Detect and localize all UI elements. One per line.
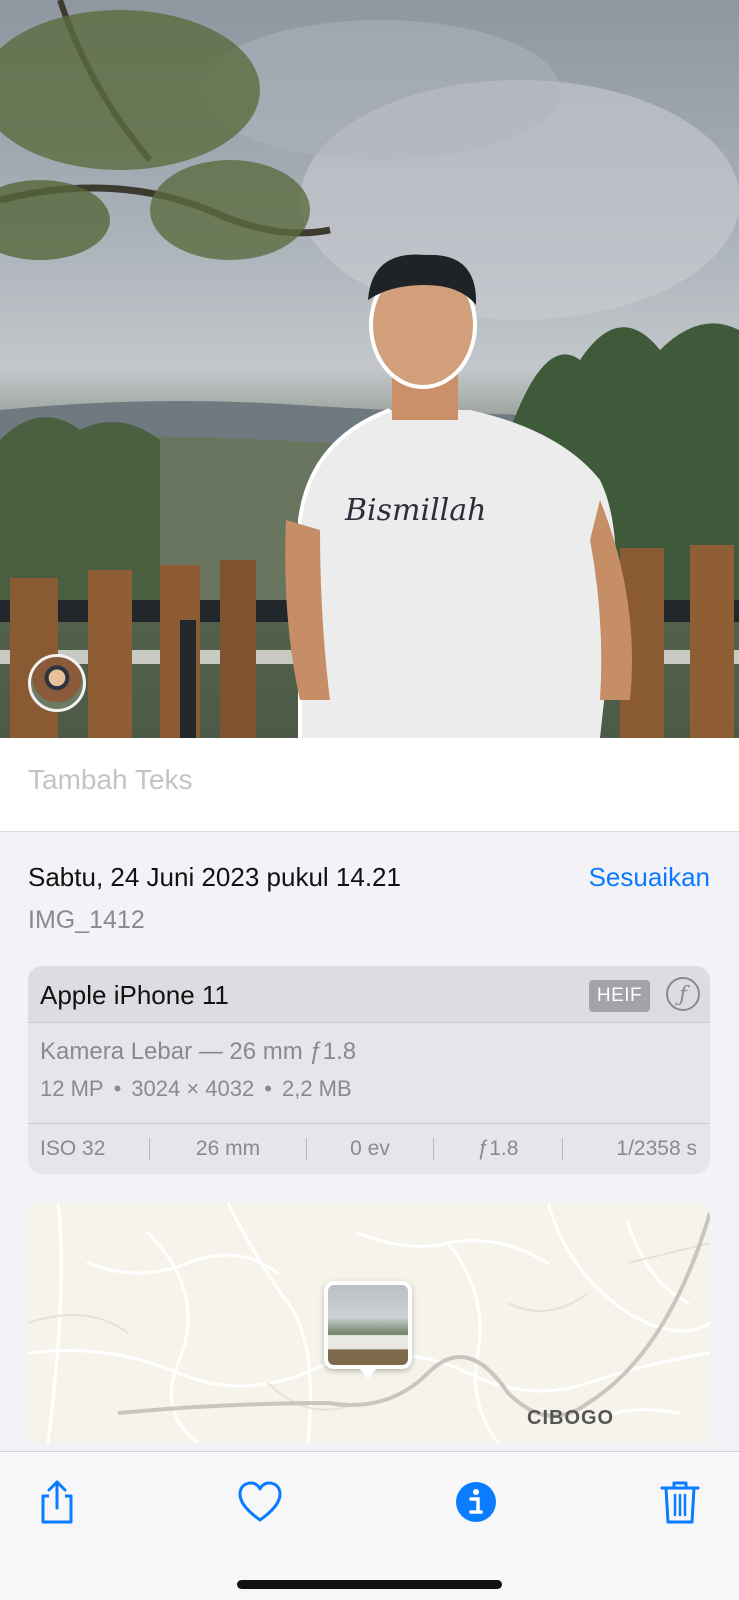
trash-icon	[660, 1481, 700, 1524]
spec-separator: •	[113, 1076, 122, 1101]
home-indicator[interactable]	[237, 1580, 502, 1589]
exif-shutter-speed: 1/2358 s	[616, 1137, 697, 1160]
map-photo-pin[interactable]	[324, 1281, 412, 1379]
bottom-toolbar	[0, 1451, 739, 1600]
file-size: 2,2 MB	[281, 1076, 352, 1101]
people-avatar[interactable]	[28, 654, 86, 712]
photo-viewer[interactable]: Bismillah	[0, 0, 739, 738]
dimensions: 3024 × 4032	[131, 1076, 255, 1101]
aperture-icon: ƒ	[666, 977, 700, 1011]
exif-row: ISO 32 26 mm 0 ev ƒ1.8 1/2358 s	[28, 1123, 710, 1174]
megapixels: 12 MP	[40, 1076, 104, 1101]
location-map[interactable]: CIBOGO	[28, 1203, 710, 1443]
share-icon	[41, 1480, 73, 1524]
camera-info-header: Apple iPhone 11 HEIF ƒ	[28, 966, 710, 1023]
share-button[interactable]	[33, 1478, 81, 1526]
caption-input[interactable]: Tambah Teks	[28, 764, 192, 796]
exif-exposure-bias: 0 ev	[350, 1137, 390, 1160]
map-place-label: CIBOGO	[527, 1407, 615, 1429]
info-button[interactable]	[452, 1478, 500, 1526]
exif-iso: ISO 32	[40, 1137, 106, 1160]
exif-aperture: ƒ1.8	[477, 1137, 519, 1160]
svg-text:Bismillah: Bismillah	[344, 493, 486, 528]
lens-info: Kamera Lebar — 26 mm ƒ1.8	[40, 1038, 357, 1065]
info-icon	[456, 1482, 496, 1522]
spec-separator: •	[264, 1076, 272, 1101]
photo-image: Bismillah	[0, 0, 739, 738]
delete-button[interactable]	[656, 1478, 704, 1526]
heart-icon	[238, 1481, 282, 1522]
photo-date: Sabtu, 24 Juni 2023 pukul 14.21	[28, 862, 401, 892]
format-badge: HEIF	[589, 980, 650, 1012]
favorite-button[interactable]	[236, 1478, 284, 1526]
exif-focal-length: 26 mm	[195, 1137, 261, 1160]
camera-info-card: Apple iPhone 11 HEIF ƒ Kamera Lebar — 26…	[28, 966, 710, 1174]
map-photo-thumbnail	[328, 1285, 408, 1365]
adjust-button[interactable]: Sesuaikan	[589, 862, 710, 893]
caption-area[interactable]: Tambah Teks	[0, 738, 739, 832]
device-name: Apple iPhone 11	[40, 980, 229, 1010]
photo-filename: IMG_1412	[28, 906, 145, 934]
pin-pointer	[358, 1367, 378, 1379]
image-specs: 12 MP • 3024 × 4032 • 2,2 MB	[40, 1076, 352, 1102]
